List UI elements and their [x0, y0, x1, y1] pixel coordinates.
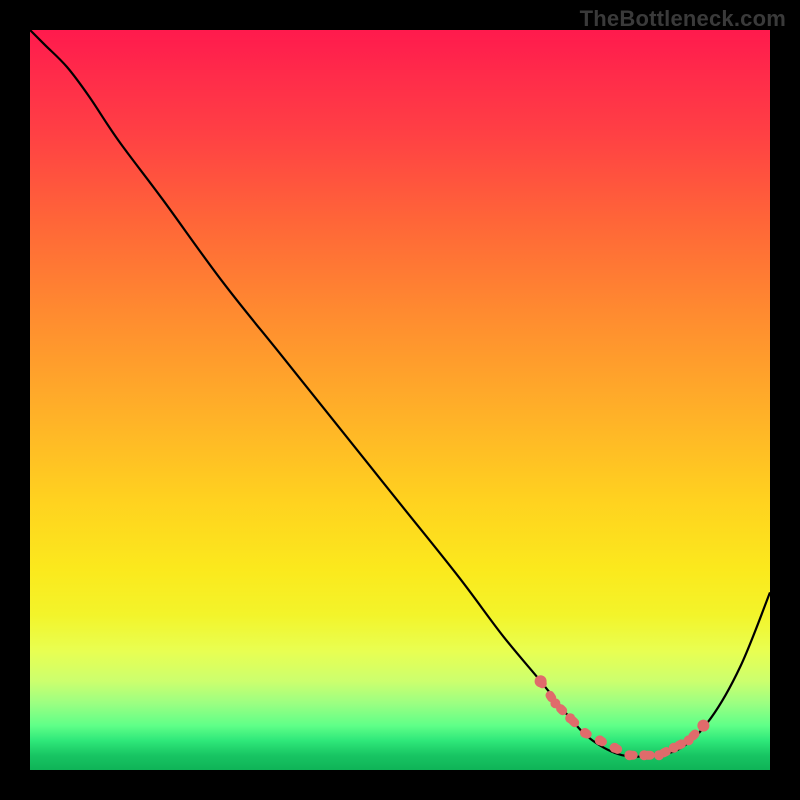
- highlight-dot: [639, 750, 649, 760]
- highlight-dot: [697, 720, 709, 732]
- highlight-dot: [565, 713, 575, 723]
- highlight-dot: [610, 743, 620, 753]
- highlight-dot: [669, 743, 679, 753]
- highlight-dot: [580, 728, 590, 738]
- chart-frame: TheBottleneck.com: [0, 0, 800, 800]
- plot-area: [30, 30, 770, 770]
- highlight-dash: [541, 681, 704, 755]
- highlight-dot: [654, 750, 664, 760]
- highlight-dot: [535, 675, 547, 687]
- bottleneck-curve-line: [30, 30, 770, 757]
- watermark-label: TheBottleneck.com: [580, 6, 786, 32]
- highlight-markers: [535, 675, 710, 760]
- chart-svg: [30, 30, 770, 770]
- curve-path: [30, 30, 770, 757]
- highlight-dot: [550, 698, 560, 708]
- highlight-dot: [684, 735, 694, 745]
- highlight-dot: [624, 750, 634, 760]
- highlight-dot: [595, 735, 605, 745]
